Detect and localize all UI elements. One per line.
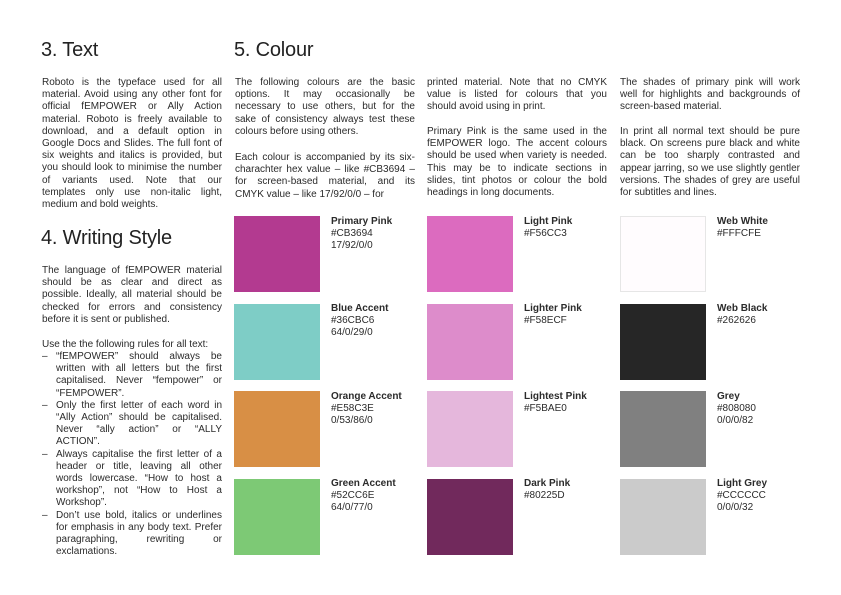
swatch-green-accent-info: Green Accent #52CC6E 64/0/77/0 [331,478,396,514]
swatch-hex: #F56CC3 [524,228,567,239]
swatch-lighter-pink-info: Lighter Pink #F58ECF [524,303,582,327]
swatch-name: Web White [717,216,768,227]
swatch-cmyk: 64/0/77/0 [331,502,373,513]
colour-col3-paragraph-1: The shades of primary pink will work wel… [620,77,800,113]
swatch-orange-accent [234,391,320,467]
swatch-web-black-info: Web Black #262626 [717,303,767,327]
section-heading-colour: 5. Colour [234,39,314,61]
swatch-grey [620,391,706,467]
writing-rules-intro: Use the the following rules for all text… [42,339,209,350]
swatch-hex: #CCCCCC [717,490,766,501]
swatch-name: Primary Pink [331,216,393,227]
swatch-light-pink-info: Light Pink #F56CC3 [524,216,572,240]
swatch-lightest-pink [427,391,513,467]
swatch-cmyk: 0/0/0/32 [717,502,754,513]
swatch-name: Dark Pink [524,478,571,489]
swatch-name: Orange Accent [331,391,402,402]
writing-intro-paragraph: The language of fEMPOWER material should… [42,265,222,325]
writing-rule-item: Only the first letter of each word in “A… [42,400,222,449]
swatch-web-white [620,216,706,292]
swatch-light-grey [620,479,706,555]
colour-col2-paragraph-1: printed material. Note that no CMYK valu… [427,77,607,113]
swatch-green-accent [234,479,320,555]
swatch-light-grey-info: Light Grey #CCCCCC 0/0/0/32 [717,478,767,514]
swatch-hex: #36CBC6 [331,315,375,326]
swatch-hex: #FFFCFE [717,228,761,239]
swatch-orange-accent-info: Orange Accent #E58C3E 0/53/86/0 [331,391,402,427]
swatch-cmyk: 17/92/0/0 [331,240,373,251]
swatch-lightest-pink-info: Lightest Pink #F5BAE0 [524,391,587,415]
swatch-name: Blue Accent [331,303,389,314]
swatch-primary-pink [234,216,320,292]
writing-rule-item: “fEMPOWER” should always be written with… [42,351,222,400]
swatch-hex: #52CC6E [331,490,375,501]
swatch-blue-accent [234,304,320,380]
swatch-blue-accent-info: Blue Accent #36CBC6 64/0/29/0 [331,303,388,339]
section-heading-writing-style: 4. Writing Style [41,227,172,249]
swatch-grey-info: Grey #808080 0/0/0/82 [717,391,756,427]
swatch-name: Grey [717,391,740,402]
colour-col3-paragraph-2: In print all normal text should be pure … [620,126,800,199]
section-heading-text: 3. Text [41,39,99,61]
swatch-primary-pink-info: Primary Pink #CB3694 17/92/0/0 [331,216,392,252]
swatch-dark-pink [427,479,513,555]
swatch-hex: #808080 [717,403,756,414]
swatch-web-black [620,304,706,380]
swatch-name: Green Accent [331,478,396,489]
swatch-hex: #E58C3E [331,403,374,414]
swatch-hex: #262626 [717,315,756,326]
writing-rule-item: Don’t use bold, italics or underlines fo… [42,510,222,559]
text-section-body: Roboto is the typeface used for all mate… [42,77,222,211]
swatch-cmyk: 0/53/86/0 [331,415,373,426]
swatch-name: Lighter Pink [524,303,582,314]
swatch-hex: #CB3694 [331,228,373,239]
swatch-hex: #80225D [524,490,565,501]
swatch-name: Web Black [717,303,768,314]
colour-col1-paragraph-1: The following colours are the basic opti… [235,77,415,137]
swatch-web-white-info: Web White #FFFCFE [717,216,768,240]
swatch-cmyk: 0/0/0/82 [717,415,754,426]
swatch-name: Light Grey [717,478,768,489]
swatch-hex: #F58ECF [524,315,567,326]
swatch-name: Light Pink [524,216,573,227]
swatch-cmyk: 64/0/29/0 [331,327,373,338]
writing-rules-list: “fEMPOWER” should always be written with… [42,351,222,558]
swatch-name: Lightest Pink [524,391,587,402]
colour-col2-paragraph-2: Primary Pink is the same used in the fEM… [427,126,607,199]
swatch-light-pink [427,216,513,292]
swatch-dark-pink-info: Dark Pink #80225D [524,478,570,502]
swatch-lighter-pink [427,304,513,380]
colour-col1-paragraph-2: Each colour is accompanied by its six-ch… [235,152,415,200]
swatch-hex: #F5BAE0 [524,403,567,414]
writing-rule-item: Always capitalise the first letter of a … [42,449,222,510]
